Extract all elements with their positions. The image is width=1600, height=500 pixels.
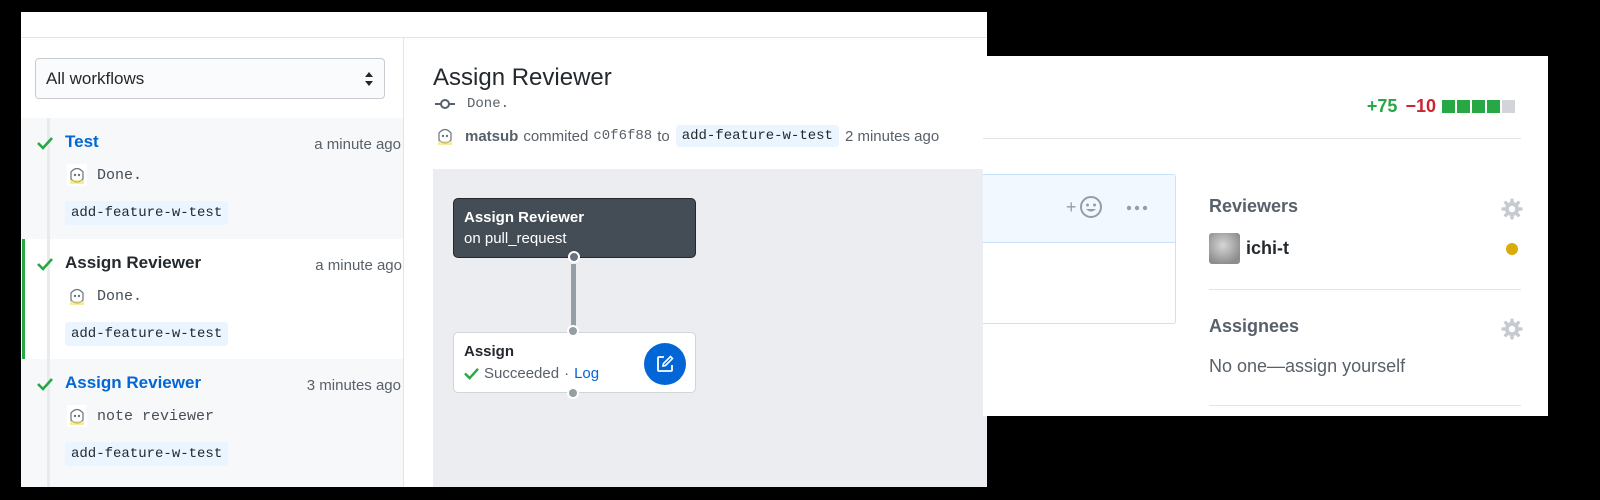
gear-icon[interactable] <box>1501 318 1523 340</box>
job-separator: · <box>564 365 570 382</box>
reviewer-item[interactable]: ichi-t <box>1209 233 1289 264</box>
run-commit-message: Done. <box>97 287 143 305</box>
reviewers-heading: Reviewers <box>1209 196 1299 216</box>
trigger-node[interactable]: Assign Reviewer on pull_request <box>453 198 696 258</box>
pull-request-sidebar: +75 −10 + Reviewers ichi-t Assignees No … <box>983 56 1548 416</box>
workflow-sidebar: All workflows Test a minute ago Done. ad… <box>21 37 411 487</box>
diff-block-add <box>1487 100 1500 113</box>
run-commit-message: Done. <box>97 166 143 184</box>
workflow-run-item-active[interactable]: Assign Reviewer a minute ago Done. add-f… <box>21 239 411 359</box>
run-title-link[interactable]: Assign Reviewer <box>65 373 201 393</box>
smiley-icon <box>1079 196 1102 218</box>
trigger-output-dot <box>568 251 580 263</box>
workflow-graph-canvas: Assign Reviewer on pull_request Assign S… <box>433 169 987 487</box>
commit-time: 2 minutes ago <box>844 127 940 145</box>
diff-additions: +75 <box>1366 96 1398 116</box>
divider <box>983 138 1521 139</box>
workflow-run-item[interactable]: Test a minute ago Done. add-feature-w-te… <box>21 118 411 240</box>
diff-bar <box>1442 100 1517 113</box>
job-status: Succeeded <box>484 365 560 382</box>
run-branch-label[interactable]: add-feature-w-test <box>65 322 229 346</box>
trigger-event: on pull_request <box>464 230 567 247</box>
user-avatar-icon <box>67 405 87 427</box>
commit-sha-link[interactable]: c0f6f88 <box>593 128 652 144</box>
commit-author-link[interactable]: matsub <box>465 128 518 145</box>
git-commit-icon <box>435 99 455 109</box>
commit-to: to <box>657 127 670 145</box>
run-title[interactable]: Assign Reviewer <box>65 253 201 273</box>
comment-box: + <box>983 174 1176 324</box>
edit-action-button[interactable] <box>644 343 686 385</box>
check-icon <box>37 137 53 150</box>
run-branch-label[interactable]: add-feature-w-test <box>65 442 229 466</box>
diff-block-add <box>1442 100 1455 113</box>
assign-yourself-link[interactable]: No one—assign yourself <box>1209 356 1405 377</box>
trigger-title: Assign Reviewer <box>464 209 585 226</box>
run-time: a minute ago <box>315 257 402 274</box>
assignees-heading: Assignees <box>1209 316 1300 336</box>
diff-stat: +75 −10 <box>1367 96 1517 117</box>
workflow-status-message: Done. <box>467 96 510 112</box>
divider <box>1209 289 1521 290</box>
comment-header: + <box>983 175 1175 243</box>
user-avatar-icon <box>67 285 87 307</box>
commit-verb: commited <box>523 127 589 145</box>
run-time: a minute ago <box>314 136 401 153</box>
job-output-dot <box>567 387 579 399</box>
run-commit-message: note reviewer <box>97 407 215 425</box>
user-avatar-icon <box>435 125 455 147</box>
reviewer-avatar <box>1209 233 1240 264</box>
graph-connector <box>571 264 576 334</box>
commit-info: matsub commited c0f6f88 to add-feature-w… <box>435 125 939 147</box>
workflow-panel: All workflows Test a minute ago Done. ad… <box>21 12 987 487</box>
check-icon <box>464 368 479 380</box>
commit-branch-label[interactable]: add-feature-w-test <box>675 125 839 147</box>
top-strip <box>21 12 987 37</box>
run-title-link[interactable]: Test <box>65 132 99 152</box>
select-arrows-icon <box>365 72 373 86</box>
gear-icon[interactable] <box>1501 198 1523 220</box>
diff-block-add <box>1457 100 1470 113</box>
diff-deletions: −10 <box>1405 96 1436 116</box>
pencil-icon <box>657 355 674 372</box>
run-branch-label[interactable]: add-feature-w-test <box>65 201 229 225</box>
workflow-filter-select[interactable]: All workflows <box>35 58 385 99</box>
check-icon <box>37 378 53 391</box>
workflow-title: Assign Reviewer <box>433 64 612 91</box>
review-pending-status-icon <box>1506 243 1518 255</box>
plus-icon: + <box>1066 196 1077 217</box>
workflow-filter-value: All workflows <box>46 68 145 88</box>
kebab-horizontal-icon[interactable] <box>1126 205 1148 211</box>
divider <box>1209 405 1521 406</box>
workflow-detail: Assign Reviewer Done. matsub commited c0… <box>403 37 987 487</box>
workflow-run-item[interactable]: Assign Reviewer 3 minutes ago note revie… <box>21 359 411 487</box>
check-icon <box>37 258 53 271</box>
run-time: 3 minutes ago <box>306 377 401 394</box>
job-log-link[interactable]: Log <box>574 365 599 382</box>
job-input-dot <box>567 325 579 337</box>
user-avatar-icon <box>67 164 87 186</box>
diff-block-neutral <box>1502 100 1515 113</box>
add-reaction-button[interactable]: + <box>1066 195 1103 219</box>
diff-block-add <box>1472 100 1485 113</box>
reviewer-name[interactable]: ichi-t <box>1246 238 1289 259</box>
job-node[interactable]: Assign Succeeded · Log <box>453 332 696 393</box>
